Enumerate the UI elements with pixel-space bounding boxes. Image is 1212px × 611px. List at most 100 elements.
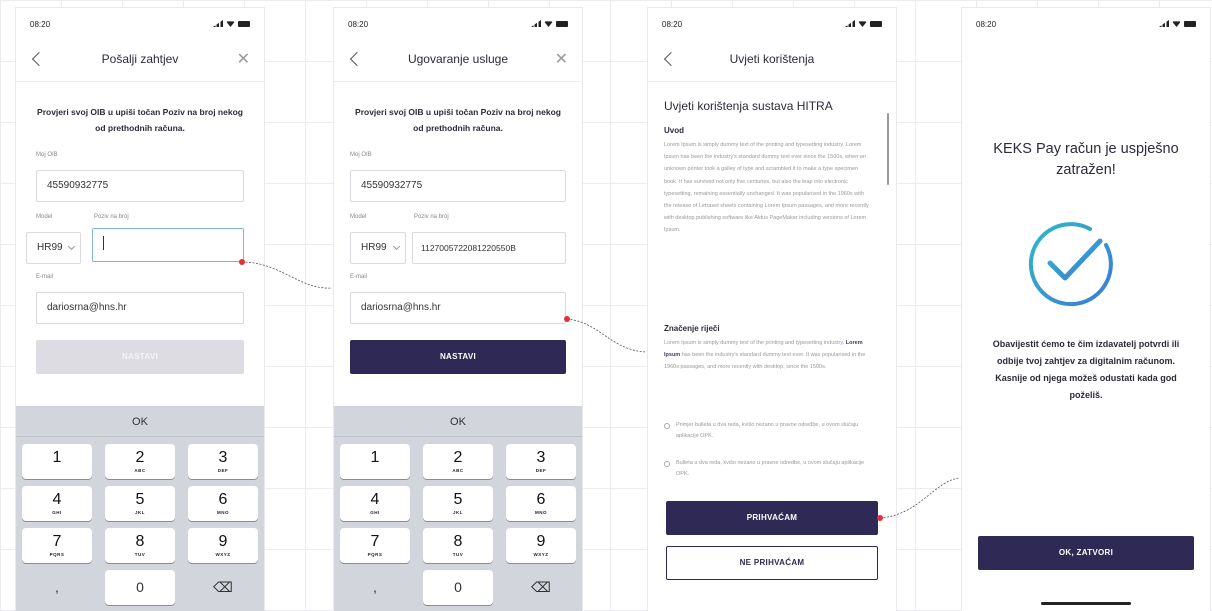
key-4[interactable]: 4 GHI <box>22 486 92 521</box>
email-label: E-mail <box>36 274 54 280</box>
key-letters: ABC <box>134 468 146 473</box>
model-select[interactable]: HR99 <box>350 232 406 264</box>
page-title: Pošalji zahtjev <box>101 52 179 66</box>
model-value: HR99 <box>37 242 63 253</box>
success-check-icon <box>1028 222 1113 307</box>
screen-terms-of-use: 08:20 Uvjeti korištenja Uvjeti korištenj… <box>648 8 896 611</box>
key-1[interactable]: 1 <box>340 444 410 479</box>
key-letters: DEF <box>535 468 547 473</box>
key-6[interactable]: 6 MNO <box>188 486 258 521</box>
divider <box>334 81 582 82</box>
reference-label: Poziv na broj <box>94 214 129 220</box>
home-indicator <box>1041 602 1131 605</box>
decline-button[interactable]: NE PRIHVAĆAM <box>666 546 878 580</box>
status-icons <box>531 20 568 27</box>
battery-icon <box>556 20 568 27</box>
key-9[interactable]: 9 WXYZ <box>188 528 258 563</box>
continue-button[interactable]: NASTAVI <box>350 340 566 374</box>
close-icon[interactable]: ✕ <box>237 49 250 69</box>
key-7[interactable]: 7 PQRS <box>340 528 410 563</box>
key-6[interactable]: 6 MNO <box>506 486 576 521</box>
accept-button[interactable]: PRIHVAĆAM <box>666 501 878 535</box>
continue-button[interactable]: NASTAVI <box>36 340 244 374</box>
text-caret <box>103 236 104 251</box>
screen-service-contract: 08:20 Ugovaranje usluge ✕ Provjeri svoj … <box>334 8 582 611</box>
key-letters: TUV <box>134 552 146 557</box>
key-0[interactable]: 0 <box>105 570 175 605</box>
key-number: 6 <box>536 491 546 508</box>
key-8[interactable]: 8 TUV <box>423 528 493 563</box>
close-button[interactable]: OK, ZATVORI <box>978 536 1194 570</box>
wifi-icon <box>1172 21 1181 27</box>
nav-bar: Ugovaranje usluge ✕ <box>334 49 582 80</box>
key-3[interactable]: 3 DEF <box>506 444 576 479</box>
key-decimal[interactable]: , <box>340 570 410 605</box>
status-time: 08:20 <box>662 20 683 29</box>
section-intro-title: Uvod <box>664 126 684 135</box>
bullet-item: Bulleta u dva reda, kvišo nezano u pravn… <box>664 458 874 480</box>
key-number: 7 <box>52 533 62 550</box>
key-4[interactable]: 4 GHI <box>340 486 410 521</box>
backspace-icon: ⌫ <box>213 579 233 595</box>
key-letters: JKL <box>452 510 463 515</box>
reference-input[interactable]: 1127005722081220550B <box>412 232 566 264</box>
wifi-icon <box>544 21 553 27</box>
key-letters: GHI <box>370 510 380 515</box>
terms-heading: Uvjeti korištenja sustava HITRA <box>664 99 833 113</box>
keyboard-ok[interactable]: OK <box>334 416 582 428</box>
oib-input[interactable]: 45590932775 <box>36 170 244 202</box>
key-decimal-label: , <box>373 579 377 595</box>
key-number: 9 <box>218 533 228 550</box>
key-number: 0 <box>454 579 462 595</box>
key-decimal[interactable]: , <box>22 570 92 605</box>
close-icon[interactable]: ✕ <box>555 49 568 69</box>
key-delete[interactable]: ⌫ <box>506 570 576 605</box>
oib-input[interactable]: 45590932775 <box>350 170 566 202</box>
divider <box>16 81 264 82</box>
screen-success: 08:20 KEKS Pay račun je uspješno zatraže… <box>962 8 1210 611</box>
key-letters: TUV <box>452 552 464 557</box>
key-7[interactable]: 7 PQRS <box>22 528 92 563</box>
key-letters: JKL <box>134 510 145 515</box>
key-8[interactable]: 8 TUV <box>105 528 175 563</box>
key-number: 5 <box>453 491 463 508</box>
key-5[interactable]: 5 JKL <box>105 486 175 521</box>
key-number: 8 <box>135 533 145 550</box>
chevron-down-icon <box>392 242 401 251</box>
reference-label: Poziv na broj <box>414 214 449 220</box>
key-9[interactable]: 9 WXYZ <box>506 528 576 563</box>
key-1[interactable]: 1 <box>22 444 92 479</box>
battery-icon <box>238 20 250 27</box>
success-message: Obavijestit ćemo te čim izdavatelj potvr… <box>992 339 1180 400</box>
key-letters: GHI <box>52 510 62 515</box>
connector-dot <box>877 515 883 521</box>
model-value: HR99 <box>361 242 387 253</box>
key-letters: WXYZ <box>533 552 549 557</box>
key-2[interactable]: 2 ABC <box>105 444 175 479</box>
connector-dot <box>239 259 245 265</box>
key-3[interactable]: 3 DEF <box>188 444 258 479</box>
nav-bar: Pošalji zahtjev ✕ <box>16 49 264 80</box>
key-delete[interactable]: ⌫ <box>188 570 258 605</box>
numeric-keyboard: OK 1 2 ABC 3 DEF 4 GHI 5 JKL 6 MNO 7 PQRS 8 TUV… <box>334 406 582 611</box>
key-0[interactable]: 0 <box>423 570 493 605</box>
status-bar: 08:20 <box>976 20 1196 32</box>
oib-label: Moj OIB <box>350 152 372 158</box>
model-select[interactable]: HR99 <box>26 232 81 264</box>
key-letters: PQRS <box>49 552 65 557</box>
keyboard-ok[interactable]: OK <box>16 416 264 428</box>
email-input[interactable]: dariosrna@hns.hr <box>36 292 244 324</box>
signal-icon <box>213 20 223 27</box>
divider <box>16 436 264 437</box>
email-input[interactable]: dariosrna@hns.hr <box>350 292 566 324</box>
signal-icon <box>531 20 541 27</box>
battery-icon <box>870 20 882 27</box>
key-2[interactable]: 2 ABC <box>423 444 493 479</box>
section-intro-text: Lorem Ipsum is simply dummy text of the … <box>664 142 869 234</box>
key-5[interactable]: 5 JKL <box>423 486 493 521</box>
reference-input[interactable] <box>92 228 244 262</box>
connector-dot <box>564 316 570 322</box>
scrollbar[interactable] <box>887 113 889 185</box>
key-number: 8 <box>453 533 463 550</box>
chevron-down-icon <box>67 242 76 251</box>
